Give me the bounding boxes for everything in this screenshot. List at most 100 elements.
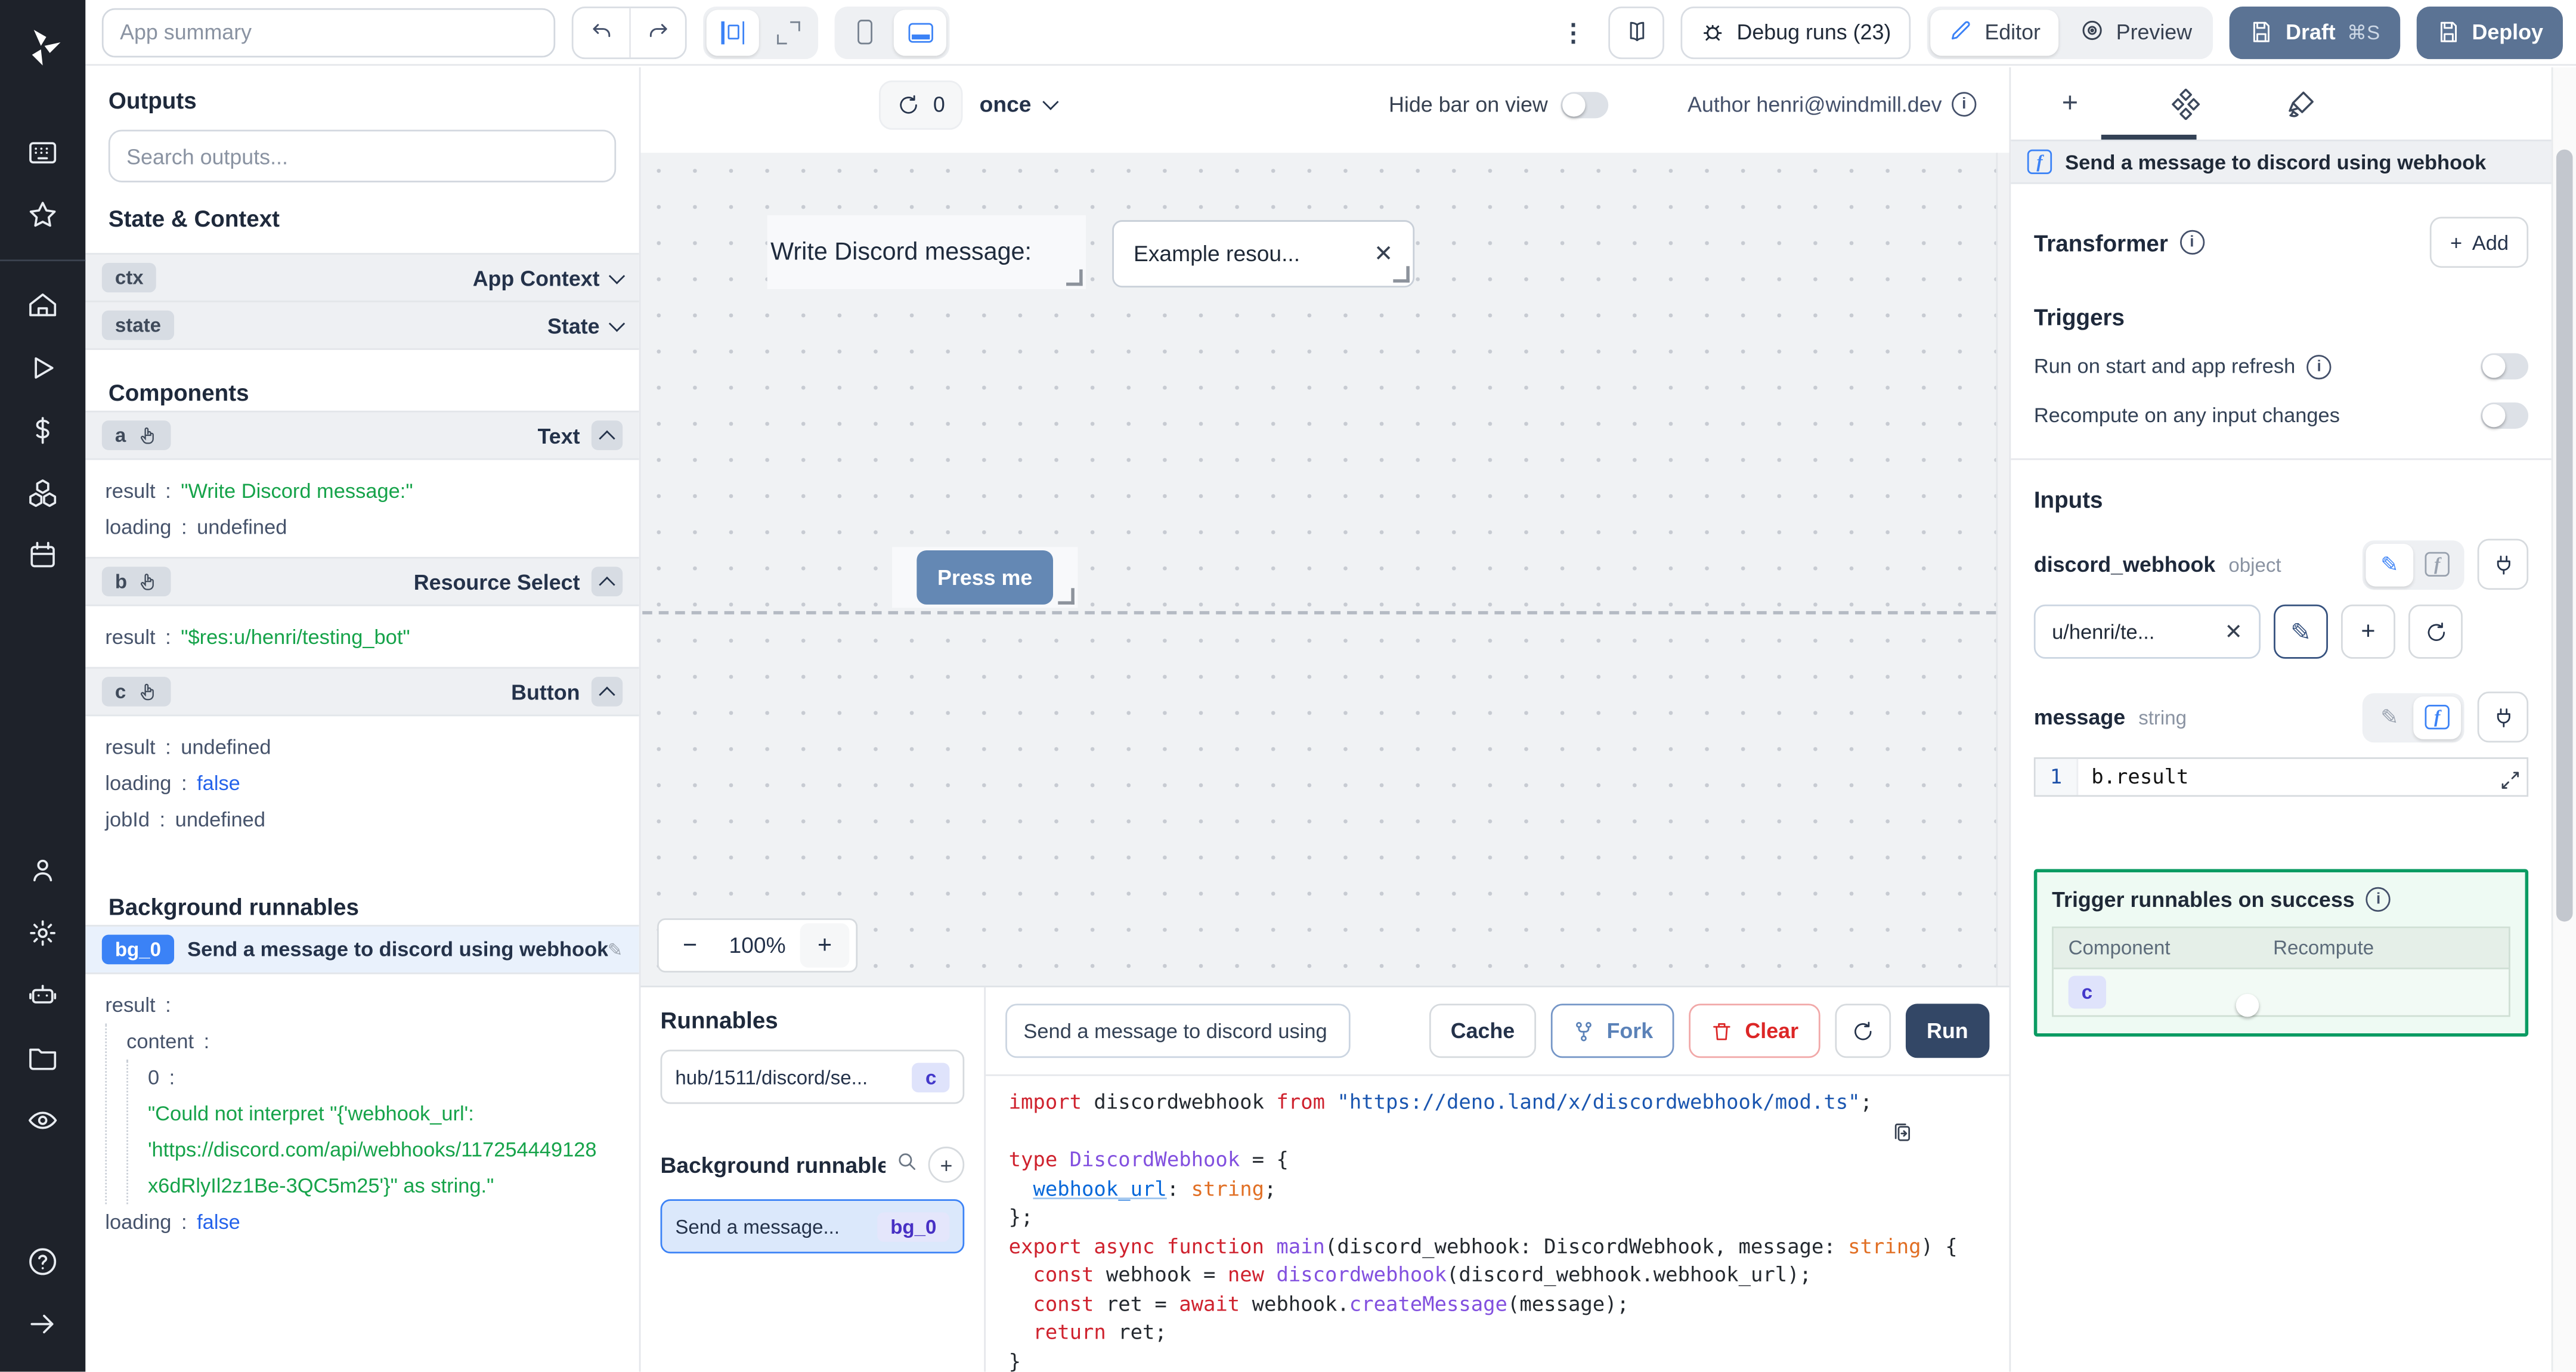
tab-editor[interactable]: Editor (1930, 9, 2059, 55)
clear-resource-icon[interactable]: ✕ (2225, 618, 2243, 645)
zoom-in-button[interactable]: + (800, 923, 850, 968)
favorites-star-icon[interactable] (15, 187, 71, 243)
zoom-control: − 100% + (657, 918, 858, 973)
add-resource-button[interactable]: + (2341, 604, 2395, 659)
home-icon[interactable] (15, 278, 71, 334)
collapse-icon[interactable] (591, 677, 623, 707)
audit-eye-icon[interactable] (15, 1092, 71, 1148)
info-icon[interactable]: i (1952, 92, 1977, 117)
schedule-dropdown[interactable]: once (980, 92, 1058, 117)
styling-brush-tab[interactable] (2277, 80, 2323, 126)
bg-runnable-item-selected[interactable]: Send a message... bg_0 (660, 1199, 965, 1254)
canvas-region: 0 once Hide bar on view Author henri@win… (640, 67, 2010, 1372)
fork-icon (1576, 1021, 1592, 1040)
reload-code-button[interactable] (1834, 1004, 1891, 1058)
edit-resource-button[interactable]: ✎ (2274, 604, 2328, 659)
component-row-b[interactable]: b Resource Select (85, 556, 639, 606)
run-button[interactable]: Run (1905, 1004, 1990, 1058)
search-icon[interactable] (896, 1149, 919, 1180)
pencil-icon[interactable]: ✎ (608, 939, 623, 960)
scrollbar-thumb[interactable] (2556, 149, 2573, 922)
center-align-icon[interactable] (706, 9, 759, 55)
static-edit-icon[interactable]: ✎ (2366, 696, 2413, 739)
workers-robot-icon[interactable] (15, 968, 71, 1024)
resource-select-component[interactable]: Example resou... ✕ (1112, 220, 1415, 288)
draft-save-button[interactable]: Draft ⌘S (2230, 5, 2400, 58)
outputs-title: Outputs (108, 87, 197, 114)
clear-selection-icon[interactable]: ✕ (1374, 240, 1393, 268)
canvas-scrollbar[interactable] (1996, 153, 2010, 986)
runs-icon[interactable] (15, 340, 71, 396)
runnable-item[interactable]: hub/1511/discord/se... c (660, 1049, 965, 1104)
page-scrollbar[interactable] (2551, 67, 2576, 1372)
tab-preview[interactable]: Preview (2062, 9, 2210, 55)
text-component[interactable]: Write Discord message: (767, 215, 1086, 289)
static-edit-icon[interactable]: ✎ (2366, 543, 2414, 586)
refresh-resource-button[interactable] (2408, 604, 2463, 659)
expand-editor-icon[interactable] (2495, 765, 2524, 794)
info-icon[interactable]: i (2366, 887, 2391, 912)
component-settings-tab[interactable] (2162, 80, 2208, 126)
hide-bar-toggle[interactable] (1561, 91, 1609, 117)
app-summary-input[interactable] (101, 7, 556, 57)
component-row-c[interactable]: c Button (85, 667, 639, 717)
debug-runs-button[interactable]: Debug runs (23) (1680, 5, 1911, 58)
cache-button[interactable]: Cache (1429, 1004, 1537, 1058)
component-row-a[interactable]: a Text (85, 410, 639, 460)
redo-button[interactable] (629, 7, 685, 57)
runnable-name-input[interactable] (1005, 1004, 1351, 1058)
undo-redo-group (571, 5, 687, 58)
output-row-ctx[interactable]: ctx App Context (85, 253, 639, 302)
undo-button[interactable] (574, 7, 630, 57)
run-on-start-toggle[interactable] (2481, 353, 2529, 380)
docs-book-icon[interactable] (1608, 5, 1665, 58)
kebab-menu-icon[interactable]: ⋮ (1555, 17, 1592, 47)
collapse-icon[interactable] (591, 566, 623, 597)
app-canvas[interactable]: Write Discord message: Example resou... … (640, 153, 1996, 986)
background-runnable-row-bg0[interactable]: bg_0 Send a message to discord using web… (85, 925, 639, 974)
copy-code-icon[interactable] (1891, 1122, 1914, 1153)
active-tab-underline (2101, 134, 2197, 140)
schedules-icon[interactable] (15, 527, 71, 583)
app-switcher-icon[interactable] (15, 125, 71, 181)
clear-button[interactable]: Clear (1689, 1004, 1820, 1058)
code-editor[interactable]: import discordwebhook from "https://deno… (986, 1074, 2010, 1372)
press-me-button[interactable]: Press me (917, 550, 1054, 605)
variables-icon[interactable] (15, 402, 71, 459)
input-message: message string ✎ f (2034, 691, 2529, 743)
message-expression-editor[interactable]: 1 b.result (2033, 757, 2529, 797)
search-outputs-input[interactable] (108, 129, 617, 182)
windmill-logo-icon[interactable] (15, 20, 71, 76)
resource-picker-select[interactable]: u/henri/te... ✕ (2033, 604, 2261, 659)
desktop-view-icon[interactable] (893, 9, 946, 55)
fork-button[interactable]: Fork (1550, 1004, 1674, 1058)
add-transformer-button[interactable]: + Add (2430, 216, 2529, 268)
connect-fn-icon[interactable]: f (2413, 695, 2462, 739)
insert-component-tab[interactable]: + (2047, 80, 2093, 126)
users-icon[interactable] (15, 843, 71, 899)
mobile-view-icon[interactable] (838, 9, 890, 55)
refresh-count-button[interactable]: 0 (878, 79, 964, 129)
help-icon[interactable] (15, 1234, 71, 1290)
resources-icon[interactable] (15, 465, 71, 521)
settings-gear-icon[interactable] (15, 905, 71, 961)
recompute-on-change-toggle[interactable] (2481, 402, 2529, 429)
info-icon[interactable]: i (2179, 230, 2205, 255)
deploy-button[interactable]: Deploy (2416, 5, 2563, 58)
fullscreen-icon[interactable] (762, 9, 815, 55)
add-bg-runnable-button[interactable]: + (928, 1147, 965, 1183)
app-height-boundary (642, 611, 1996, 615)
expand-rail-icon[interactable] (15, 1296, 71, 1352)
output-row-state[interactable]: state State (85, 301, 639, 350)
zoom-out-button[interactable]: − (665, 923, 715, 967)
folders-icon[interactable] (15, 1030, 71, 1086)
rail-divider (0, 259, 86, 262)
collapse-icon[interactable] (591, 420, 623, 450)
canvas-align-group (703, 5, 819, 58)
connect-fn-icon[interactable]: f (2413, 543, 2461, 586)
paintbrush-icon (2287, 91, 2313, 117)
plug-icon[interactable] (2477, 691, 2529, 743)
plug-icon[interactable] (2477, 538, 2529, 590)
refresh-icon (900, 94, 917, 113)
info-icon[interactable]: i (2306, 354, 2332, 379)
